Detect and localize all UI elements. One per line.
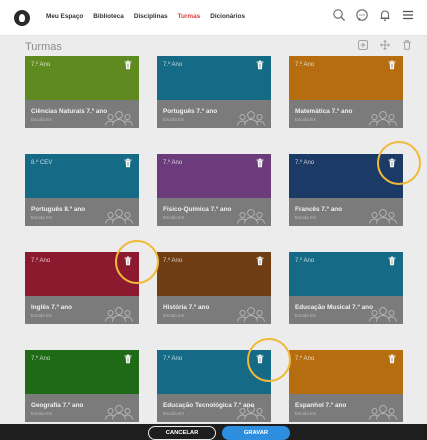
page-tools [358, 40, 412, 50]
nav-item-turmas[interactable]: Turmas [178, 13, 201, 20]
search-icon[interactable] [332, 8, 346, 22]
card-year: 7.º Ano [163, 62, 183, 68]
card-school: Escola EX [31, 117, 53, 122]
card-class-name: Francês 7.º ano [295, 206, 343, 213]
card-school: Escola EX [295, 313, 317, 318]
class-card[interactable]: 7.º Ano Português 7.º ano Escola EX [157, 56, 271, 128]
card-school: Escola EX [295, 411, 317, 416]
nav-item-meu-espaco[interactable]: Meu Espaço [46, 13, 83, 20]
people-icon [104, 110, 134, 126]
people-icon [104, 404, 134, 420]
main-nav: Meu Espaço Biblioteca Disciplinas Turmas… [46, 13, 245, 20]
nav-item-dicionarios[interactable]: Dicionários [210, 13, 245, 20]
people-icon [368, 208, 398, 224]
card-class-name: Português 7.º ano [163, 108, 218, 115]
card-class-name: Matemática 7.º ano [295, 108, 353, 115]
trash-icon[interactable] [123, 60, 133, 70]
card-year: 7.º Ano [31, 356, 51, 362]
card-year: 7.º Ano [31, 258, 51, 264]
cancel-button[interactable]: CANCELAR [148, 426, 216, 440]
trash-icon[interactable] [255, 60, 265, 70]
card-year: 7.º Ano [163, 258, 183, 264]
delete-icon[interactable] [402, 40, 412, 50]
app-logo[interactable] [14, 10, 30, 26]
people-icon [368, 404, 398, 420]
class-card[interactable]: 7.º Ano Físico-Química 7.º ano Escola EX [157, 154, 271, 226]
people-icon [236, 110, 266, 126]
trash-icon[interactable] [387, 60, 397, 70]
menu-icon[interactable] [401, 8, 415, 22]
people-icon [236, 306, 266, 322]
trash-icon[interactable] [387, 354, 397, 364]
card-school: Escola EX [163, 313, 185, 318]
trash-icon[interactable] [387, 256, 397, 266]
card-year: 7.º Ano [163, 356, 183, 362]
save-button[interactable]: GRAVAR [222, 426, 290, 440]
card-school: Escola EX [163, 215, 185, 220]
people-icon [104, 208, 134, 224]
card-class-name: Físico-Química 7.º ano [163, 206, 232, 213]
card-year: 8.º CEV [31, 160, 53, 166]
card-class-name: Português 8.º ano [31, 206, 86, 213]
card-class-name: História 7.º ano [163, 304, 210, 311]
class-card[interactable]: 7.º Ano Educação Musical 7.º ano Escola … [289, 252, 403, 324]
nav-icons [332, 8, 415, 22]
card-year: 7.º Ano [295, 62, 315, 68]
move-icon[interactable] [380, 40, 390, 50]
card-school: Escola EX [31, 215, 53, 220]
top-navbar: Meu Espaço Biblioteca Disciplinas Turmas… [0, 0, 427, 36]
card-year: 7.º Ano [295, 356, 315, 362]
people-icon [104, 306, 134, 322]
page-title: Turmas [25, 41, 62, 53]
card-year: 7.º Ano [31, 62, 51, 68]
card-class-name: Inglês 7.º ano [31, 304, 73, 311]
trash-icon[interactable] [255, 256, 265, 266]
card-year: 7.º Ano [295, 258, 315, 264]
card-school: Escola EX [163, 411, 185, 416]
card-school: Escola EX [295, 215, 317, 220]
class-card[interactable]: 7.º Ano Matemática 7.º ano Escola EX [289, 56, 403, 128]
card-year: 7.º Ano [295, 160, 315, 166]
nav-item-disciplinas[interactable]: Disciplinas [134, 13, 168, 20]
chat-icon[interactable] [355, 8, 369, 22]
trash-icon[interactable] [255, 158, 265, 168]
add-icon[interactable] [358, 40, 368, 50]
trash-highlight-ring [247, 338, 291, 382]
card-year: 7.º Ano [163, 160, 183, 166]
card-school: Escola EX [295, 117, 317, 122]
card-school: Escola EX [163, 117, 185, 122]
card-class-name: Ciências Naturais 7.º ano [31, 108, 108, 115]
class-card[interactable]: 8.º CEV Português 8.º ano Escola EX [25, 154, 139, 226]
card-class-name: Educação Tecnológica 7.º ano [163, 402, 255, 409]
people-icon [368, 110, 398, 126]
trash-highlight-ring [377, 141, 421, 185]
card-school: Escola EX [31, 411, 53, 416]
card-school: Escola EX [31, 313, 53, 318]
class-card[interactable]: 7.º Ano História 7.º ano Escola EX [157, 252, 271, 324]
trash-highlight-ring [115, 240, 159, 284]
bell-icon[interactable] [378, 8, 392, 22]
people-icon [236, 208, 266, 224]
trash-icon[interactable] [123, 354, 133, 364]
class-card[interactable]: 7.º Ano Geografia 7.º ano Escola EX [25, 350, 139, 422]
class-card[interactable]: 7.º Ano Ciências Naturais 7.º ano Escola… [25, 56, 139, 128]
nav-item-biblioteca[interactable]: Biblioteca [93, 13, 124, 20]
card-class-name: Educação Musical 7.º ano [295, 304, 373, 311]
card-class-name: Espanhol 7.º ano [295, 402, 347, 409]
trash-icon[interactable] [123, 158, 133, 168]
class-card[interactable]: 7.º Ano Espanhol 7.º ano Escola EX [289, 350, 403, 422]
card-class-name: Geografia 7.º ano [31, 402, 84, 409]
